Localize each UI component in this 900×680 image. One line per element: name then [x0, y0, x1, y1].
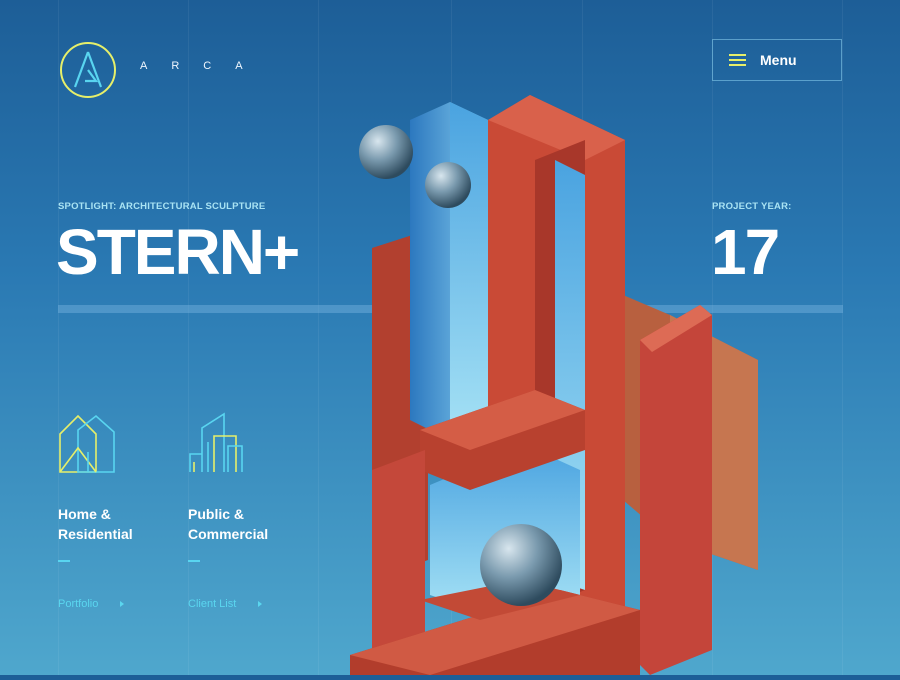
category-label-line: Home & — [58, 506, 111, 522]
spotlight-eyebrow: SPOTLIGHT: ARCHITECTURAL SCULPTURE — [58, 201, 266, 212]
client-list-link-label: Client List — [188, 598, 237, 610]
category-label-line: Residential — [58, 526, 133, 542]
menu-label: Menu — [760, 52, 797, 68]
portfolio-link[interactable]: Portfolio — [58, 598, 125, 610]
grid-line — [58, 0, 59, 675]
category-label-public: Public & Commercial — [188, 504, 298, 544]
client-list-link[interactable]: Client List — [188, 598, 263, 610]
category-dash — [188, 560, 200, 562]
category-dash — [58, 560, 70, 562]
brand-letter: A — [235, 60, 245, 72]
brand-name: A R C A — [140, 60, 245, 72]
menu-button[interactable]: Menu — [712, 39, 842, 81]
grid-line — [842, 0, 843, 675]
sculpture-illustration — [340, 90, 760, 675]
buildings-icon — [188, 412, 248, 476]
category-label-home: Home & Residential — [58, 504, 168, 544]
brand-letter: R — [171, 60, 182, 72]
arrow-right-icon — [258, 601, 263, 607]
grid-line — [318, 0, 319, 675]
brand-letter: C — [203, 60, 214, 72]
page-title: STERN+ — [56, 216, 300, 288]
grid-line — [188, 0, 189, 675]
brand-letter: A — [140, 60, 150, 72]
arrow-right-icon — [120, 601, 125, 607]
category-label-line: Commercial — [188, 526, 269, 542]
portfolio-link-label: Portfolio — [58, 598, 99, 610]
house-icon — [58, 412, 118, 476]
category-label-line: Public & — [188, 506, 245, 522]
arca-logo-icon[interactable] — [58, 40, 118, 100]
hamburger-icon — [729, 54, 746, 66]
